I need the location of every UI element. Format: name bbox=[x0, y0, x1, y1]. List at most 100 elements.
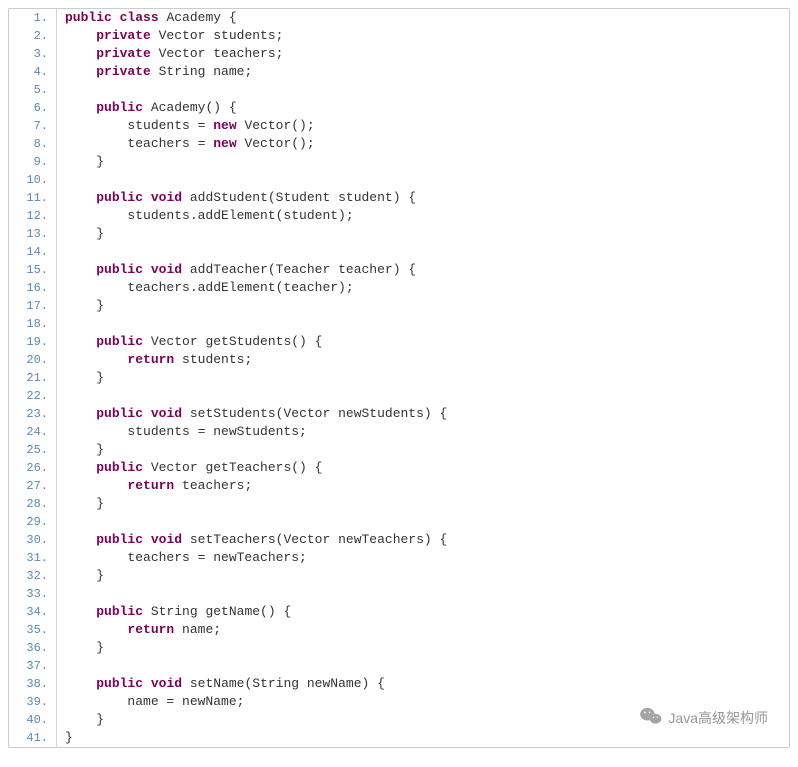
line-number: 10. bbox=[9, 171, 57, 189]
code-content: students = new Vector(); bbox=[65, 117, 315, 135]
line-number: 2. bbox=[9, 27, 57, 45]
code-content: teachers.addElement(teacher); bbox=[65, 279, 354, 297]
code-content: public Vector getTeachers() { bbox=[65, 459, 322, 477]
line-number: 38. bbox=[9, 675, 57, 693]
line-number: 35. bbox=[9, 621, 57, 639]
code-content: } bbox=[65, 711, 104, 729]
line-number: 25. bbox=[9, 441, 57, 459]
code-content: students = newStudents; bbox=[65, 423, 307, 441]
code-content: private Vector students; bbox=[65, 27, 283, 45]
code-line: 10. bbox=[9, 171, 789, 189]
code-content bbox=[65, 243, 81, 261]
line-number: 24. bbox=[9, 423, 57, 441]
code-content: } bbox=[65, 153, 104, 171]
code-content: public String getName() { bbox=[65, 603, 291, 621]
code-content: teachers = new Vector(); bbox=[65, 135, 315, 153]
code-content: public class Academy { bbox=[65, 9, 237, 27]
code-line: 31. teachers = newTeachers; bbox=[9, 549, 789, 567]
line-number: 17. bbox=[9, 297, 57, 315]
code-content: private Vector teachers; bbox=[65, 45, 283, 63]
line-number: 14. bbox=[9, 243, 57, 261]
code-line: 9. } bbox=[9, 153, 789, 171]
code-content: return teachers; bbox=[65, 477, 252, 495]
line-number: 16. bbox=[9, 279, 57, 297]
code-line: 22. bbox=[9, 387, 789, 405]
code-line: 25. } bbox=[9, 441, 789, 459]
code-line: 35. return name; bbox=[9, 621, 789, 639]
line-number: 19. bbox=[9, 333, 57, 351]
code-content bbox=[65, 315, 81, 333]
line-number: 27. bbox=[9, 477, 57, 495]
code-content: } bbox=[65, 369, 104, 387]
line-number: 40. bbox=[9, 711, 57, 729]
code-line: 23. public void setStudents(Vector newSt… bbox=[9, 405, 789, 423]
code-content bbox=[65, 657, 81, 675]
code-content: public Academy() { bbox=[65, 99, 237, 117]
line-number: 6. bbox=[9, 99, 57, 117]
line-number: 32. bbox=[9, 567, 57, 585]
code-content: } bbox=[65, 639, 104, 657]
code-content: public void addTeacher(Teacher teacher) … bbox=[65, 261, 416, 279]
code-line: 28. } bbox=[9, 495, 789, 513]
code-line: 18. bbox=[9, 315, 789, 333]
code-line: 14. bbox=[9, 243, 789, 261]
code-line: 6. public Academy() { bbox=[9, 99, 789, 117]
code-line: 32. } bbox=[9, 567, 789, 585]
line-number: 4. bbox=[9, 63, 57, 81]
watermark-text: Java高级架构师 bbox=[668, 708, 768, 728]
code-content: name = newName; bbox=[65, 693, 244, 711]
code-line: 24. students = newStudents; bbox=[9, 423, 789, 441]
code-line: 15. public void addTeacher(Teacher teach… bbox=[9, 261, 789, 279]
code-content: students.addElement(student); bbox=[65, 207, 354, 225]
code-line: 7. students = new Vector(); bbox=[9, 117, 789, 135]
line-number: 13. bbox=[9, 225, 57, 243]
code-line: 34. public String getName() { bbox=[9, 603, 789, 621]
line-number: 1. bbox=[9, 9, 57, 27]
code-block: 1.public class Academy {2. private Vecto… bbox=[8, 8, 790, 748]
line-number: 36. bbox=[9, 639, 57, 657]
code-line: 36. } bbox=[9, 639, 789, 657]
code-content: return name; bbox=[65, 621, 221, 639]
code-content: } bbox=[65, 441, 104, 459]
code-line: 8. teachers = new Vector(); bbox=[9, 135, 789, 153]
code-content bbox=[65, 585, 81, 603]
line-number: 28. bbox=[9, 495, 57, 513]
line-number: 37. bbox=[9, 657, 57, 675]
line-number: 20. bbox=[9, 351, 57, 369]
code-line: 1. public class Academy { bbox=[9, 9, 789, 27]
code-line: 17. } bbox=[9, 297, 789, 315]
code-line: 13. } bbox=[9, 225, 789, 243]
line-number: 5. bbox=[9, 81, 57, 99]
code-content: } bbox=[65, 297, 104, 315]
code-line: 26. public Vector getTeachers() { bbox=[9, 459, 789, 477]
code-content bbox=[65, 171, 81, 189]
code-content: public void setTeachers(Vector newTeache… bbox=[65, 531, 447, 549]
code-content: } bbox=[65, 729, 73, 747]
code-line: 2. private Vector students; bbox=[9, 27, 789, 45]
line-number: 15. bbox=[9, 261, 57, 279]
code-line: 16. teachers.addElement(teacher); bbox=[9, 279, 789, 297]
code-line: 41.} bbox=[9, 729, 789, 747]
code-line: 11. public void addStudent(Student stude… bbox=[9, 189, 789, 207]
code-line: 19. public Vector getStudents() { bbox=[9, 333, 789, 351]
code-line: 20. return students; bbox=[9, 351, 789, 369]
code-line: 21. } bbox=[9, 369, 789, 387]
code-line: 30. public void setTeachers(Vector newTe… bbox=[9, 531, 789, 549]
code-line: 37. bbox=[9, 657, 789, 675]
line-number: 30. bbox=[9, 531, 57, 549]
code-content bbox=[65, 387, 81, 405]
code-line: 3. private Vector teachers; bbox=[9, 45, 789, 63]
line-number: 39. bbox=[9, 693, 57, 711]
code-content: } bbox=[65, 495, 104, 513]
code-content bbox=[65, 81, 81, 99]
code-line: 12. students.addElement(student); bbox=[9, 207, 789, 225]
line-number: 22. bbox=[9, 387, 57, 405]
code-content: public void setName(String newName) { bbox=[65, 675, 385, 693]
line-number: 3. bbox=[9, 45, 57, 63]
watermark: Java高级架构师 bbox=[640, 707, 768, 728]
line-number: 41. bbox=[9, 729, 57, 747]
line-number: 21. bbox=[9, 369, 57, 387]
code-content bbox=[65, 513, 81, 531]
code-line: 5. bbox=[9, 81, 789, 99]
line-number: 7. bbox=[9, 117, 57, 135]
